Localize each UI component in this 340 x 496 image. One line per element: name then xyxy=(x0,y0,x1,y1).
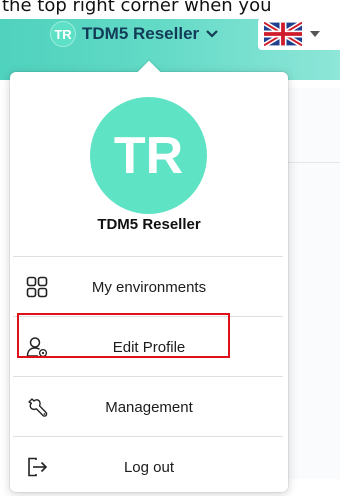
menu-item-label: Edit Profile xyxy=(112,338,186,356)
menu-item-management[interactable]: Management xyxy=(10,378,288,436)
divider xyxy=(13,256,283,257)
background-divider xyxy=(280,162,340,163)
divider xyxy=(13,316,283,317)
menu-item-label: Log out xyxy=(123,458,175,476)
header-user-name: TDM5 Reseller xyxy=(82,24,200,43)
chevron-down-icon xyxy=(206,30,218,38)
menu-item-edit-profile[interactable]: Edit Profile xyxy=(10,318,288,376)
avatar: TR xyxy=(50,21,76,47)
profile-user-name: TDM5 Reseller xyxy=(97,216,201,233)
dropdown-caret-icon xyxy=(310,31,320,37)
caption-text: the top right corner when you xyxy=(0,0,340,19)
profile-avatar: TR xyxy=(90,97,207,214)
user-dropdown-menu: TR TDM5 Reseller My environments Edit Pr… xyxy=(10,60,288,492)
menu-item-log-out[interactable]: Log out xyxy=(10,438,288,496)
divider xyxy=(13,436,283,437)
menu-item-my-environments[interactable]: My environments xyxy=(10,258,288,316)
divider xyxy=(13,376,283,377)
menu-item-label: My environments xyxy=(91,278,207,296)
uk-flag-icon xyxy=(264,22,302,46)
menu-item-label: Management xyxy=(105,398,193,416)
language-selector[interactable] xyxy=(258,18,340,50)
background-panel xyxy=(280,88,340,479)
user-menu-trigger[interactable]: TR TDM5 Reseller xyxy=(50,21,219,47)
